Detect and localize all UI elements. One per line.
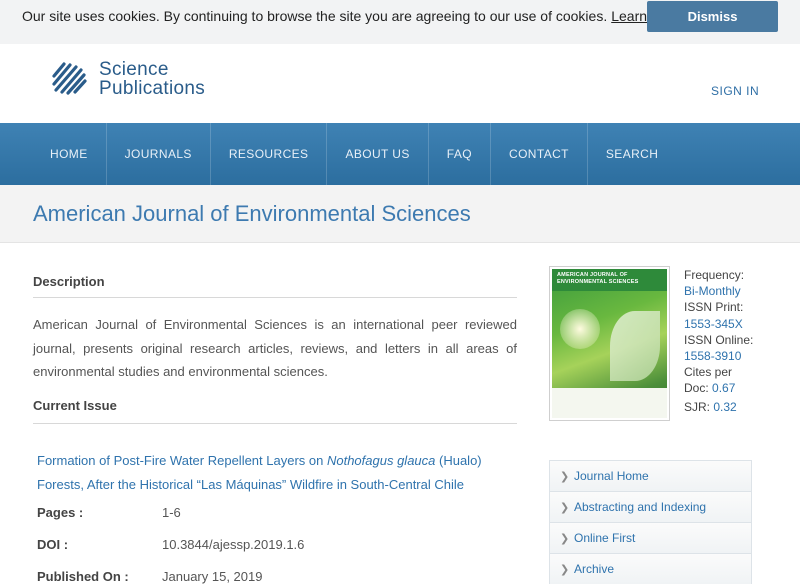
published-value: January 15, 2019 <box>162 569 263 584</box>
cites-value: 0.67 <box>712 381 736 396</box>
side-item-journal-home[interactable]: ❯ Journal Home <box>549 460 752 491</box>
chevron-right-icon: ❯ <box>560 564 570 576</box>
nav-journals[interactable]: JOURNALS <box>107 123 211 185</box>
site-header: Science Publications SIGN IN <box>0 44 800 123</box>
chevron-right-icon: ❯ <box>560 533 570 545</box>
journal-side-menu: ❯ Journal Home ❯ Abstracting and Indexing … <box>549 460 752 584</box>
side-item-abstracting-indexing[interactable]: ❯ Abstracting and Indexing <box>549 491 752 522</box>
sjr-value: 0.32 <box>713 399 737 414</box>
logo-wordmark[interactable]: Science Publications <box>99 60 205 98</box>
cites-label-doc: Doc: <box>684 381 709 396</box>
divider <box>33 297 517 298</box>
page-title: American Journal of Environmental Scienc… <box>33 201 471 226</box>
frequency-value: Bi-Monthly <box>684 284 741 299</box>
pages-value: 1-6 <box>162 505 181 520</box>
issn-print-label: ISSN Print: <box>684 300 744 315</box>
cover-leaf-graphic <box>610 311 660 381</box>
frequency-label: Frequency: <box>684 268 745 282</box>
description-heading: Description <box>33 274 105 289</box>
doi-value: 10.3844/ajessp.2019.1.6 <box>162 537 305 552</box>
side-item-online-first[interactable]: ❯ Online First <box>549 522 752 553</box>
journal-meta: Frequency: Bi-Monthly ISSN Print: 1553-3… <box>684 267 784 415</box>
nav-search[interactable]: SEARCH <box>588 123 676 185</box>
nav-home[interactable]: HOME <box>32 123 107 185</box>
side-item-archive[interactable]: ❯ Archive <box>549 553 752 584</box>
title-bar: American Journal of Environmental Scienc… <box>0 185 800 243</box>
issn-online-label: ISSN Online: <box>684 332 754 347</box>
divider <box>33 423 517 424</box>
cookie-message: Our site uses cookies. By continuing to … <box>22 8 683 24</box>
main-nav: HOME JOURNALS RESOURCES ABOUT US FAQ CON… <box>0 123 800 185</box>
nav-about-us[interactable]: ABOUT US <box>327 123 429 185</box>
science-publications-logo-icon[interactable] <box>48 58 88 98</box>
journal-cover-image[interactable]: AMERICAN JOURNAL OF ENVIRONMENTAL SCIENC… <box>549 266 670 421</box>
description-text: American Journal of Environmental Scienc… <box>33 317 517 379</box>
cites-label: Cites per <box>684 365 733 380</box>
nav-resources[interactable]: RESOURCES <box>211 123 328 185</box>
sjr-label: SJR: <box>684 399 711 414</box>
chevron-right-icon: ❯ <box>560 471 570 483</box>
chevron-right-icon: ❯ <box>560 502 570 514</box>
nav-faq[interactable]: FAQ <box>429 123 491 185</box>
doi-label: DOI : <box>37 537 69 552</box>
issn-print-value: 1553-345X <box>684 316 743 331</box>
cookie-banner: Our site uses cookies. By continuing to … <box>0 0 800 44</box>
published-label: Published On : <box>37 569 129 584</box>
sign-in-link[interactable]: SIGN IN <box>711 84 759 98</box>
cover-sun-graphic <box>560 309 600 349</box>
article-title-link[interactable]: Formation of Post-Fire Water Repellent L… <box>37 449 521 496</box>
pages-label: Pages : <box>37 505 84 520</box>
issn-online-value: 1558-3910 <box>684 349 742 364</box>
current-issue-heading: Current Issue <box>33 398 117 413</box>
nav-contact[interactable]: CONTACT <box>491 123 588 185</box>
dismiss-button[interactable]: Dismiss <box>647 1 778 32</box>
